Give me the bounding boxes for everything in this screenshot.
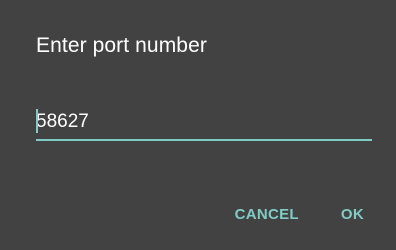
ok-button[interactable]: OK <box>341 206 364 223</box>
dialog-title: Enter port number <box>36 34 207 57</box>
input-underline <box>36 139 372 141</box>
port-number-input[interactable] <box>36 104 372 140</box>
port-number-field[interactable] <box>36 104 372 142</box>
port-number-dialog: Enter port number CANCEL OK <box>0 0 396 250</box>
cancel-button[interactable]: CANCEL <box>235 206 299 223</box>
text-cursor <box>36 109 38 133</box>
dialog-actions: CANCEL OK <box>235 206 364 223</box>
